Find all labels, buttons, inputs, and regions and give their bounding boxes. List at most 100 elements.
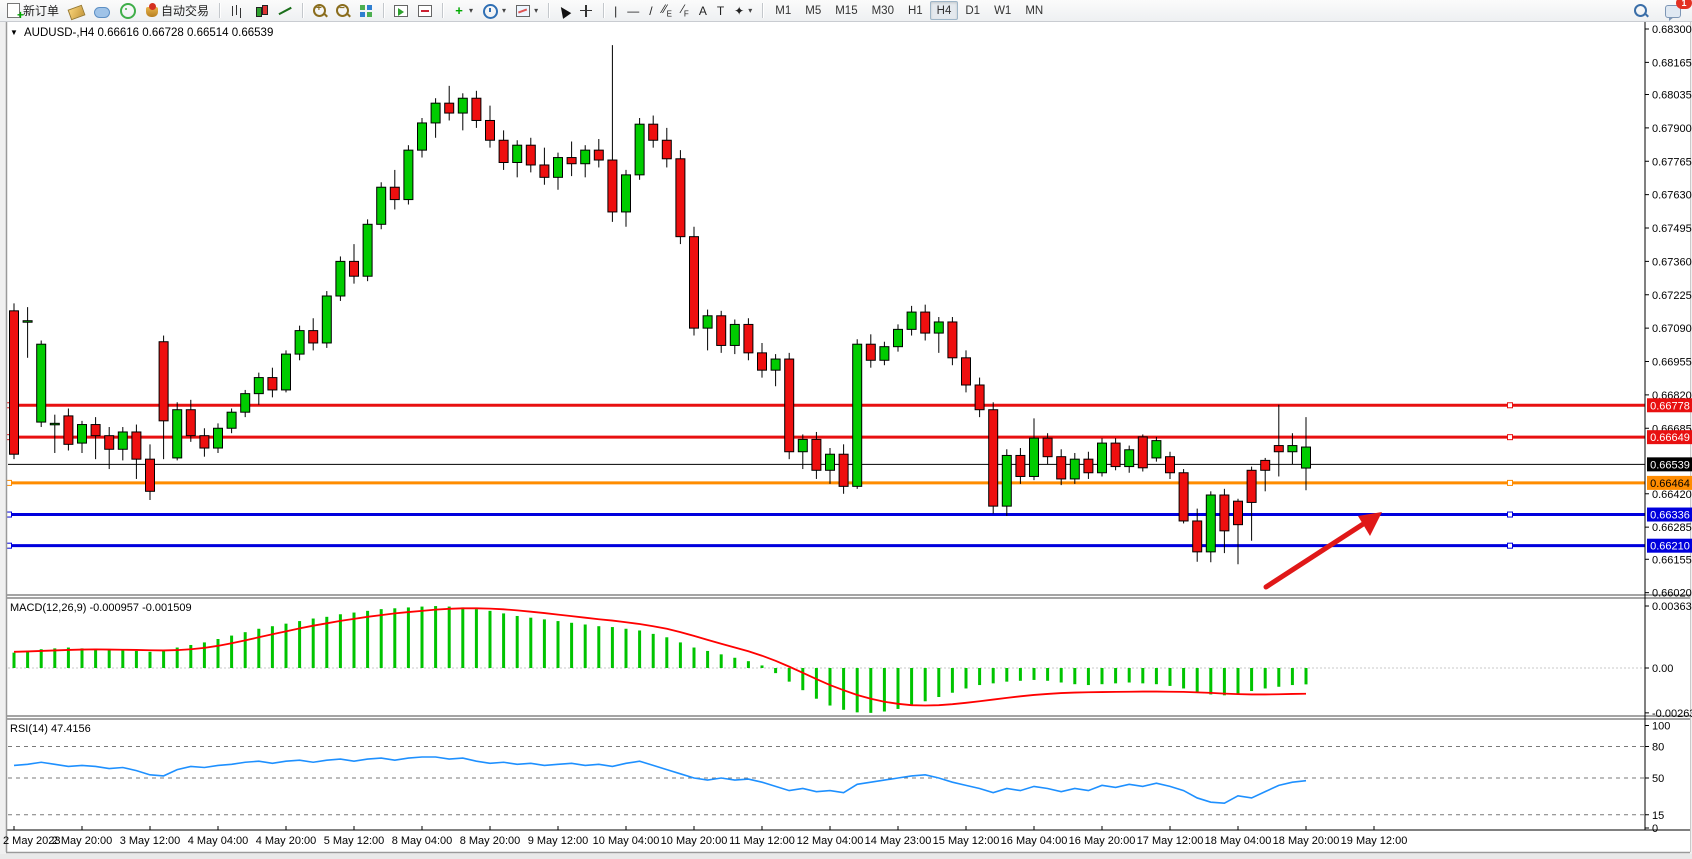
equidistant-channel-button[interactable]: ⁄⁄E bbox=[658, 1, 677, 20]
trendline-icon: / bbox=[649, 4, 652, 18]
price-tick-label: 0.67495 bbox=[1652, 223, 1692, 235]
periods-icon bbox=[483, 4, 498, 19]
bar-chart-button[interactable] bbox=[225, 1, 249, 20]
timeframe-m5[interactable]: M5 bbox=[798, 1, 828, 20]
timeframe-m30[interactable]: M30 bbox=[865, 1, 901, 20]
timeframe-m15[interactable]: M15 bbox=[828, 1, 864, 20]
time-tick-label: 18 May 04:00 bbox=[1205, 835, 1272, 847]
toolbar-separator bbox=[302, 3, 303, 18]
candle-body bbox=[458, 98, 467, 113]
timeframe-d1-label: D1 bbox=[965, 5, 980, 17]
candlestick-chart-button[interactable] bbox=[249, 1, 273, 20]
price-tick-label: 0.68300 bbox=[1652, 24, 1692, 36]
horizontal-line-button[interactable]: — bbox=[622, 1, 644, 20]
timeframe-m1[interactable]: M1 bbox=[768, 1, 798, 20]
time-tick-label: 14 May 23:00 bbox=[865, 835, 932, 847]
zoom-in-button[interactable] bbox=[308, 1, 331, 20]
rsi-tick-label: 15 bbox=[1652, 810, 1664, 822]
candle-body bbox=[1247, 470, 1256, 502]
macd-tick-label: -0.00263 bbox=[1652, 708, 1692, 720]
indicators-button[interactable]: +▾ bbox=[448, 1, 478, 20]
time-tick-label: 18 May 20:00 bbox=[1273, 835, 1340, 847]
time-tick-label: 16 May 04:00 bbox=[1001, 835, 1068, 847]
price-tick-label: 0.66020 bbox=[1652, 588, 1692, 600]
new-order-button-label: 新订单 bbox=[23, 2, 59, 19]
toolbar-separator bbox=[603, 3, 604, 18]
candle-body bbox=[581, 150, 590, 164]
timeframe-w1[interactable]: W1 bbox=[987, 1, 1018, 20]
price-tick-label: 0.66155 bbox=[1652, 554, 1692, 566]
chevron-down-icon: ▾ bbox=[502, 6, 506, 15]
price-tick-label: 0.66285 bbox=[1652, 522, 1692, 534]
timeframe-w1-label: W1 bbox=[994, 5, 1011, 17]
chart-shift-button[interactable] bbox=[413, 1, 437, 20]
templates-button[interactable]: ▾ bbox=[511, 1, 543, 20]
line-chart-button[interactable] bbox=[273, 1, 297, 20]
line-handle[interactable] bbox=[1508, 480, 1513, 485]
crosshair-button[interactable] bbox=[574, 1, 598, 20]
text-label-button[interactable]: T bbox=[712, 1, 729, 20]
zoom-in-icon bbox=[313, 4, 326, 17]
signals-button[interactable] bbox=[115, 1, 141, 20]
candle-body bbox=[812, 439, 821, 470]
metaeditor-button[interactable] bbox=[64, 1, 89, 20]
candle-body bbox=[227, 412, 236, 428]
time-tick-label: 10 May 04:00 bbox=[593, 835, 660, 847]
trendline-button[interactable]: / bbox=[644, 1, 657, 20]
time-tick-label: 5 May 12:00 bbox=[324, 835, 385, 847]
text-button[interactable]: A bbox=[694, 1, 712, 20]
candle-body bbox=[78, 425, 87, 444]
candle-body bbox=[418, 123, 427, 150]
candle-body bbox=[404, 150, 413, 199]
line-handle[interactable] bbox=[1508, 543, 1513, 548]
time-tick-label: 4 May 04:00 bbox=[188, 835, 249, 847]
line-handle[interactable] bbox=[1508, 403, 1513, 408]
candle-body bbox=[377, 187, 386, 224]
timeframe-m1-label: M1 bbox=[775, 5, 791, 17]
candle-body bbox=[676, 159, 685, 237]
timeframe-mn[interactable]: MN bbox=[1018, 1, 1050, 20]
chevron-down-icon: ▾ bbox=[469, 6, 473, 15]
candle-body bbox=[1193, 521, 1202, 552]
timeframe-m5-label: M5 bbox=[805, 5, 821, 17]
candle-body bbox=[1057, 457, 1066, 479]
toolbar-group-insert: +▾▾▾ bbox=[446, 0, 545, 21]
candle-body bbox=[1111, 443, 1120, 466]
line-handle[interactable] bbox=[1508, 512, 1513, 517]
time-tick-label: 12 May 04:00 bbox=[797, 835, 864, 847]
zoom-out-button[interactable] bbox=[331, 1, 354, 20]
text-icon: A bbox=[699, 4, 707, 18]
new-order-button[interactable]: 新订单 bbox=[2, 1, 64, 20]
timeframe-h4[interactable]: H4 bbox=[930, 1, 959, 20]
support-line-1-price-label-text: 0.66336 bbox=[1650, 510, 1690, 522]
candle-body bbox=[758, 353, 767, 370]
timeframe-d1[interactable]: D1 bbox=[958, 1, 987, 20]
candle-body bbox=[200, 436, 209, 448]
candle-body bbox=[594, 150, 603, 160]
candle-body bbox=[880, 347, 889, 361]
price-tick-label: 0.67900 bbox=[1652, 123, 1692, 135]
auto-scroll-button[interactable] bbox=[389, 1, 413, 20]
arrows-button[interactable]: ✦▾ bbox=[729, 1, 757, 20]
chat-button[interactable]: 1 bbox=[1660, 1, 1686, 20]
community-button[interactable] bbox=[89, 1, 115, 20]
fibonacci-button[interactable]: ⁄F bbox=[677, 1, 694, 20]
tile-windows-button[interactable] bbox=[354, 1, 378, 20]
candle-body bbox=[390, 187, 399, 199]
candle-body bbox=[1220, 495, 1229, 531]
candle-body bbox=[1002, 455, 1011, 506]
periods-button[interactable]: ▾ bbox=[478, 1, 511, 20]
candle-body bbox=[649, 124, 658, 140]
search-button[interactable] bbox=[1629, 1, 1652, 20]
vertical-line-button[interactable]: | bbox=[609, 1, 622, 20]
cursor-button[interactable] bbox=[554, 1, 574, 20]
candle-body bbox=[962, 358, 971, 385]
toolbar-group-chart-type bbox=[223, 0, 299, 21]
time-tick-label: 10 May 20:00 bbox=[661, 835, 728, 847]
horizontal-line-icon: — bbox=[627, 4, 639, 18]
line-handle[interactable] bbox=[1508, 435, 1513, 440]
chevron-down-icon: ▾ bbox=[748, 6, 752, 15]
autotrading-button[interactable]: 自动交易 bbox=[141, 1, 214, 20]
timeframe-h1[interactable]: H1 bbox=[901, 1, 930, 20]
candle-body bbox=[1098, 443, 1107, 473]
